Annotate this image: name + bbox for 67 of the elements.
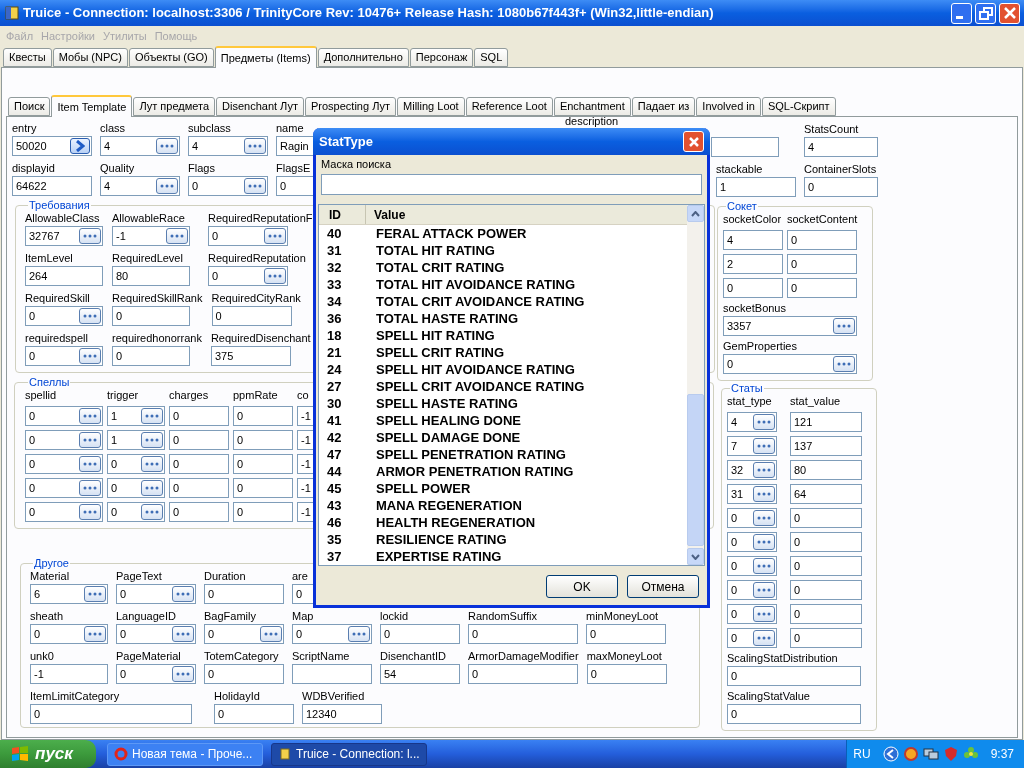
group-title: Статы [730, 382, 764, 395]
field-label: ppmRate [233, 389, 279, 402]
field-label: stat_value [790, 395, 842, 408]
field-label: LanguageID [116, 610, 176, 623]
field-label: requiredhonorrank [112, 332, 202, 345]
field-label: ItemLevel [25, 252, 73, 265]
field-label: subclass [188, 122, 231, 135]
field-label: AllowableRace [112, 212, 185, 225]
field-label: ArmorDamageModifier [468, 650, 579, 663]
window-title: Truice - Connection: localhost:3306 / TrinityCore Rev: 10476+ Release Hash: 1080b67f443f+ (Win32,little-endian) [23, 4, 715, 23]
field-label: charges [169, 389, 210, 402]
field-label: trigger [107, 389, 140, 402]
field-label: spellid [25, 389, 58, 402]
field-label: co [297, 389, 310, 402]
field-label: Маска поиска [321, 158, 393, 171]
field-label: socketColor [723, 213, 783, 226]
field-label: description [565, 116, 619, 127]
field-label: maxMoneyLoot [586, 650, 662, 663]
field-label: PageText [116, 570, 162, 583]
field-label: RequiredLevel [112, 252, 183, 265]
field-label: AllowableClass [25, 212, 100, 225]
field-label: GemProperties [723, 340, 797, 353]
field-label: minMoneyLoot [586, 610, 659, 623]
field-label: entry [12, 122, 37, 135]
field-label: lockid [380, 610, 409, 623]
field-label: ScalingStatValue [727, 690, 810, 703]
field-label: TotemCategory [204, 650, 279, 663]
field-label: Material [30, 570, 70, 583]
field-label: PageMaterial [116, 650, 181, 663]
field-label: Map [292, 610, 314, 623]
field-label: Duration [204, 570, 246, 583]
field-label: RequiredDisenchant [210, 332, 311, 345]
field-label: RequiredReputation [208, 252, 306, 265]
field-label: RequiredSkill [25, 292, 90, 305]
field-label: ScriptName [292, 650, 350, 663]
field-label: stat_type [727, 395, 773, 408]
field-label: are [292, 570, 308, 583]
field-label: Quality [100, 162, 135, 175]
field-label: ContainerSlots [804, 163, 877, 176]
group-title: Требования [28, 199, 91, 212]
field-label: ScalingStatDistribution [727, 652, 838, 665]
field-label: RequiredSkillRank [112, 292, 203, 305]
group-title: Другое [33, 557, 70, 570]
field-label: sheath [30, 610, 64, 623]
field-label: class [100, 122, 126, 135]
field-label: DisenchantID [380, 650, 447, 663]
field-label: displayid [12, 162, 55, 175]
field-label: unk0 [30, 650, 54, 663]
field-label: HolidayId [214, 690, 260, 703]
field-label: BagFamily [204, 610, 256, 623]
field-label: RandomSuffix [468, 610, 537, 623]
field-label: ItemLimitCategory [30, 690, 120, 703]
field-label: FlagsE [276, 162, 311, 175]
group-title: Сокет [726, 200, 758, 213]
field-label: RequiredReputationF [208, 212, 313, 225]
field-label: requiredspell [25, 332, 88, 345]
group-title: Спеллы [28, 376, 71, 389]
clock: 9:37 [990, 746, 1014, 763]
field-label: WDBVerified [302, 690, 365, 703]
field-label: stackable [716, 163, 763, 176]
field-label: Flags [188, 162, 215, 175]
field-label: StatsCount [804, 123, 859, 136]
field-label: RequiredCityRank [211, 292, 301, 305]
field-label: socketBonus [723, 302, 786, 315]
field-label: socketContent [787, 213, 858, 226]
dialog-title: StatType [319, 132, 373, 151]
field-label: name [276, 122, 304, 135]
